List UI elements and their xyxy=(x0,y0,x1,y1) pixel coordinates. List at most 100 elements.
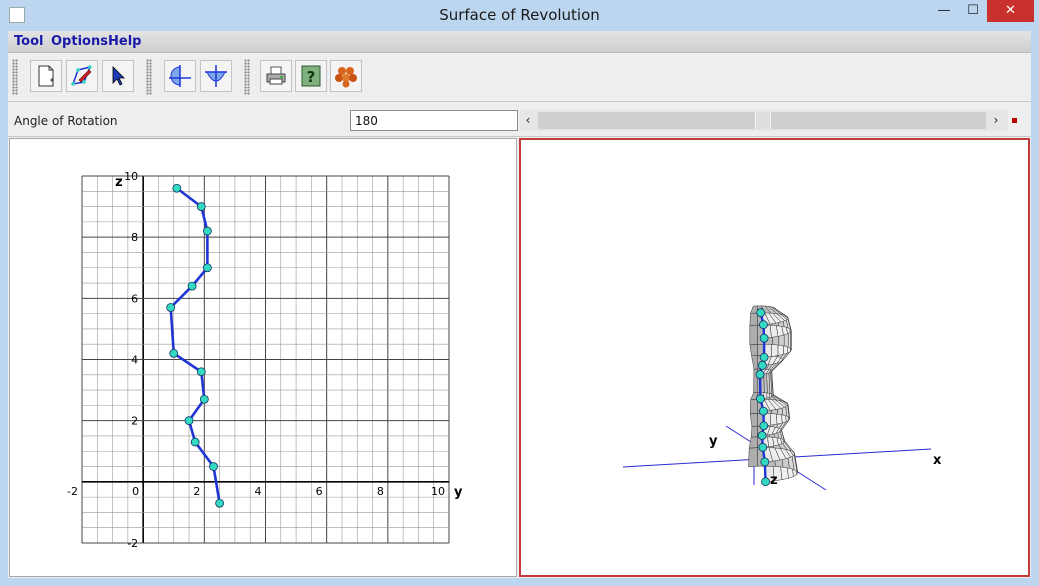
rotate-half-button[interactable] xyxy=(164,60,196,92)
half-surface-icon xyxy=(169,65,191,87)
question-icon: ? xyxy=(301,65,321,87)
angle-of-rotation-label: Angle of Rotation xyxy=(14,114,118,128)
mesh-face xyxy=(748,447,758,467)
toolbar-grip[interactable] xyxy=(146,59,152,95)
title-bar[interactable]: Surface of Revolution — ☐ ✕ xyxy=(0,0,1039,31)
client-area: Tool Options Help ? Angle of Rotation 18… xyxy=(8,31,1031,578)
mesh-face xyxy=(749,413,758,427)
surface-control-point xyxy=(760,457,770,467)
mesh-face xyxy=(751,355,758,370)
control-point xyxy=(202,226,212,236)
z-tick-label: 4 xyxy=(131,354,138,367)
slider-right-arrow-icon[interactable]: › xyxy=(988,110,1004,131)
svg-text:?: ? xyxy=(307,68,316,86)
y-axis-label: y xyxy=(454,485,463,500)
control-point xyxy=(196,367,206,377)
maximize-button[interactable]: ☐ xyxy=(960,0,986,22)
mesh-face xyxy=(749,399,758,415)
angle-bar: Angle of Rotation ‹ › xyxy=(8,102,1031,137)
control-point xyxy=(190,437,200,447)
y-tick-label: 2 xyxy=(193,485,200,498)
menu-bar: Tool Options Help xyxy=(8,31,1031,53)
surface-of-revolution-mesh xyxy=(748,305,799,482)
mesh-face xyxy=(749,344,758,357)
toolbar-grip[interactable] xyxy=(244,59,250,95)
pencil-icon xyxy=(71,65,92,86)
profile-editor-panel[interactable]: -2 0 2 4 6 8 10 -2 2 4 6 8 10 y z xyxy=(9,138,517,577)
profile-points xyxy=(166,183,225,508)
spheres-icon xyxy=(335,67,357,88)
slider-thumb[interactable] xyxy=(755,112,771,129)
slider-track[interactable] xyxy=(538,112,986,129)
surface-control-point xyxy=(756,308,766,318)
control-point xyxy=(169,348,179,358)
mesh-face xyxy=(750,425,758,438)
y-tick-label: 4 xyxy=(255,485,262,498)
surface-control-point xyxy=(757,431,767,440)
new-document-button[interactable] xyxy=(30,60,62,92)
z-tick-label: -2 xyxy=(127,537,138,550)
surface-control-point xyxy=(759,421,769,431)
y-tick-label: 10 xyxy=(431,485,445,498)
rotate-full-button[interactable] xyxy=(200,60,232,92)
y-axis-label-3d: y xyxy=(709,434,718,449)
z-axis-label-3d: z xyxy=(770,473,778,488)
application-window: Surface of Revolution — ☐ ✕ Tool Options… xyxy=(0,0,1039,586)
mesh-face xyxy=(749,324,758,345)
printer-icon xyxy=(266,66,286,85)
profile-curve xyxy=(169,187,221,504)
profile-polyline xyxy=(169,187,221,504)
surface-control-point xyxy=(758,360,767,370)
window-title: Surface of Revolution xyxy=(439,6,600,24)
toolbar: ? xyxy=(8,53,1031,102)
control-point xyxy=(199,394,209,404)
control-point xyxy=(202,263,212,273)
y-tick-label: 0 xyxy=(132,485,139,498)
surface-control-point xyxy=(758,442,768,452)
angle-input[interactable] xyxy=(350,110,518,131)
surface-control-point xyxy=(755,370,765,379)
y-tick-label: -2 xyxy=(67,485,78,498)
surface-control-point xyxy=(759,406,768,416)
close-button[interactable]: ✕ xyxy=(987,0,1034,22)
z-tick-label: 10 xyxy=(124,170,138,183)
arrow-cursor-icon xyxy=(112,66,125,86)
surface-control-point xyxy=(759,333,769,343)
control-point xyxy=(187,281,197,291)
print-button[interactable] xyxy=(260,60,292,92)
toolbar-grip[interactable] xyxy=(12,59,18,95)
y-tick-label: 8 xyxy=(377,485,384,498)
surface-control-point xyxy=(761,477,770,487)
new-document-icon xyxy=(38,65,54,87)
control-point xyxy=(166,303,176,312)
status-indicator xyxy=(1012,118,1017,123)
z-tick-label: 8 xyxy=(131,231,138,244)
control-point xyxy=(196,202,206,211)
y-tick-label: 6 xyxy=(316,485,323,498)
surface-3d-panel[interactable]: x y z xyxy=(519,138,1030,577)
mesh-face xyxy=(748,436,758,449)
menu-tool[interactable]: Tool xyxy=(14,34,43,49)
surface-3d-view[interactable]: x y z xyxy=(521,140,1028,575)
z-tick-label: 2 xyxy=(131,415,138,428)
z-tick-label: 6 xyxy=(131,292,138,305)
help-button[interactable]: ? xyxy=(295,60,327,92)
control-point xyxy=(215,498,225,508)
control-point xyxy=(172,183,182,193)
angle-slider[interactable]: ‹ › xyxy=(520,110,1008,131)
menu-help[interactable]: Help xyxy=(108,34,141,49)
menu-options[interactable]: Options xyxy=(51,34,108,49)
draw-polyline-button[interactable] xyxy=(66,60,98,92)
profile-plot[interactable]: -2 0 2 4 6 8 10 -2 2 4 6 8 10 y z xyxy=(10,139,516,576)
full-surface-icon xyxy=(205,65,227,87)
mesh-face xyxy=(749,312,758,326)
slider-left-arrow-icon[interactable]: ‹ xyxy=(520,110,536,131)
z-axis-label: z xyxy=(115,175,123,190)
minimize-button[interactable]: — xyxy=(931,0,957,22)
surface-control-point xyxy=(759,352,769,362)
x-axis-label-3d: x xyxy=(933,453,942,468)
render-button[interactable] xyxy=(330,60,362,92)
control-point xyxy=(209,462,218,471)
select-button[interactable] xyxy=(102,60,134,92)
surface-control-point xyxy=(755,394,765,404)
